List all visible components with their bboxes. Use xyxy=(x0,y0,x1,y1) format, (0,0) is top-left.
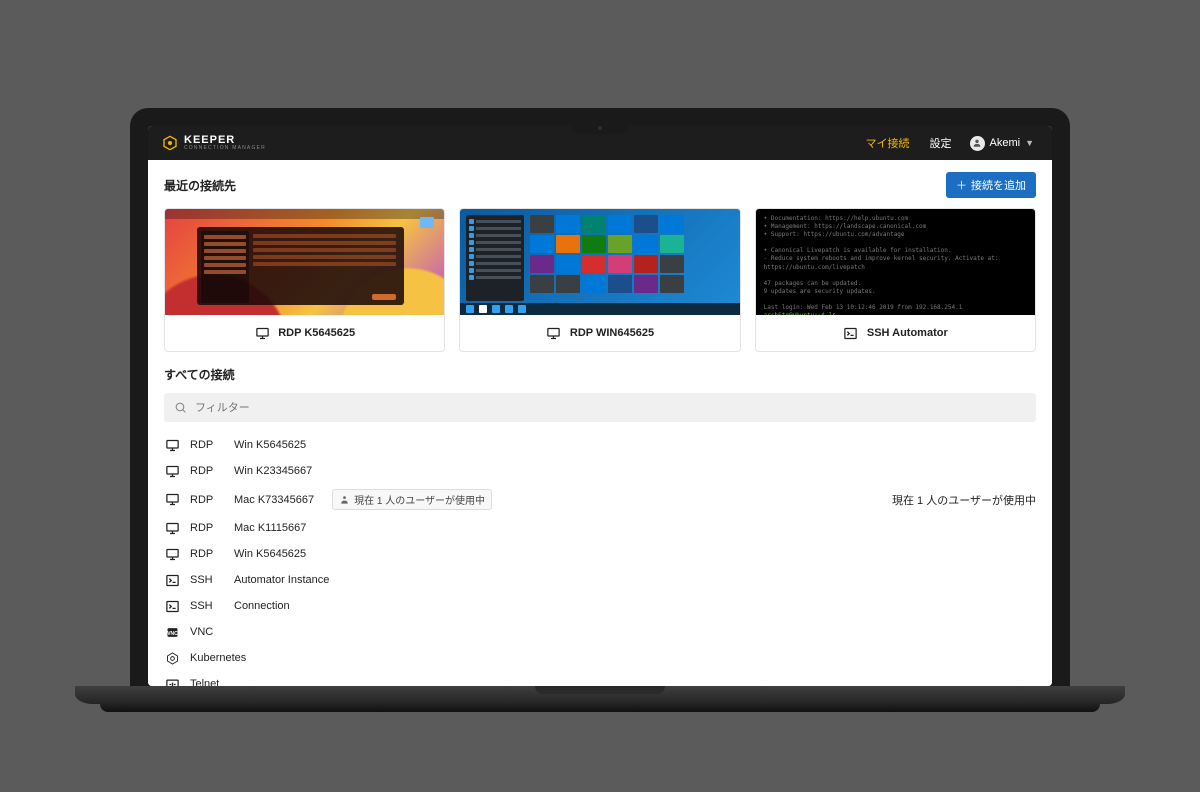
thumbnail-ssh: • Documentation: https://help.ubuntu.com… xyxy=(756,209,1035,315)
connection-protocol: RDP xyxy=(190,548,224,560)
terminal-icon xyxy=(843,325,859,341)
monitor-icon xyxy=(254,325,270,341)
recent-title: 最近の接続先 xyxy=(164,177,236,194)
connection-row[interactable]: RDP Mac K1115667 xyxy=(164,515,1036,541)
monitor-icon xyxy=(164,520,180,536)
connection-row[interactable]: RDP Win K5645625 xyxy=(164,432,1036,458)
thumbnail-mac-rdp xyxy=(165,209,444,315)
monitor-icon xyxy=(164,437,180,453)
connection-row[interactable]: SSH Automator Instance xyxy=(164,567,1036,593)
user-menu[interactable]: Akemi ▼ xyxy=(966,133,1038,154)
kube-icon xyxy=(164,650,180,666)
vnc-icon: VNC xyxy=(164,624,180,640)
recent-card[interactable]: • Documentation: https://help.ubuntu.com… xyxy=(755,208,1036,352)
terminal-icon xyxy=(164,598,180,614)
monitor-icon xyxy=(164,463,180,479)
connection-protocol: SSH xyxy=(190,600,224,612)
add-connection-button[interactable]: ＋ 接続を追加 xyxy=(946,172,1036,198)
connection-protocol: RDP xyxy=(190,465,224,477)
connection-row[interactable]: Telnet xyxy=(164,671,1036,686)
add-connection-label: 接続を追加 xyxy=(971,177,1026,193)
chevron-down-icon: ▼ xyxy=(1025,138,1034,148)
thumbnail-win-rdp xyxy=(460,209,739,315)
monitor-icon xyxy=(546,325,562,341)
connection-row[interactable]: RDP Mac K73345667 現在 1 人のユーザーが使用中 現在 1 人のユー… xyxy=(164,484,1036,515)
connection-list: RDP Win K5645625 RDP Win K23345667 RDP Mac K7… xyxy=(164,432,1036,686)
connection-row[interactable]: VNC VNC xyxy=(164,619,1036,645)
avatar-icon xyxy=(970,136,985,151)
connection-row[interactable]: RDP Win K23345667 xyxy=(164,458,1036,484)
connection-name: Automator Instance xyxy=(234,574,329,586)
all-connections-title: すべての接続 xyxy=(164,366,1036,383)
connection-protocol: SSH xyxy=(190,574,224,586)
connection-name: Mac K73345667 xyxy=(234,494,314,506)
monitor-icon xyxy=(164,546,180,562)
card-label: RDP WIN645625 xyxy=(570,327,654,339)
telnet-icon xyxy=(164,676,180,686)
connection-name: Win K5645625 xyxy=(234,548,306,560)
monitor-icon xyxy=(164,492,180,508)
connection-name: VNC xyxy=(190,626,213,638)
active-user-badge: 現在 1 人のユーザーが使用中 xyxy=(332,489,492,510)
connection-name: Win K5645625 xyxy=(234,439,306,451)
svg-text:VNC: VNC xyxy=(167,631,178,637)
recent-card[interactable]: RDP WIN645625 xyxy=(459,208,740,352)
connection-protocol: RDP xyxy=(190,522,224,534)
connection-protocol: RDP xyxy=(190,439,224,451)
keeper-logo-icon xyxy=(162,135,178,151)
card-label: RDP K5645625 xyxy=(278,327,355,339)
nav-settings[interactable]: 設定 xyxy=(924,132,958,154)
brand-logo: KEEPER CONNECTION MANAGER xyxy=(162,135,266,151)
connection-row[interactable]: Kubernetes xyxy=(164,645,1036,671)
user-icon xyxy=(339,494,350,505)
plus-icon: ＋ xyxy=(956,177,967,193)
brand-subtitle: CONNECTION MANAGER xyxy=(184,146,266,151)
connection-name: Win K23345667 xyxy=(234,465,312,477)
filter-box[interactable] xyxy=(164,393,1036,422)
connection-name: Mac K1115667 xyxy=(234,522,306,534)
connection-row[interactable]: RDP Win K5645625 xyxy=(164,541,1036,567)
connection-name: Connection xyxy=(234,600,290,612)
active-users-note: 現在 1 人のユーザーが使用中 xyxy=(892,492,1036,508)
connection-name: Kubernetes xyxy=(190,652,246,664)
recent-card[interactable]: RDP K5645625 xyxy=(164,208,445,352)
search-icon xyxy=(174,401,187,414)
connection-name: Telnet xyxy=(190,678,219,686)
terminal-icon xyxy=(164,572,180,588)
filter-input[interactable] xyxy=(195,402,1026,414)
nav-my-connections[interactable]: マイ接続 xyxy=(860,132,916,154)
card-label: SSH Automator xyxy=(867,327,948,339)
connection-row[interactable]: SSH Connection xyxy=(164,593,1036,619)
connection-protocol: RDP xyxy=(190,494,224,506)
user-name: Akemi xyxy=(990,137,1021,149)
